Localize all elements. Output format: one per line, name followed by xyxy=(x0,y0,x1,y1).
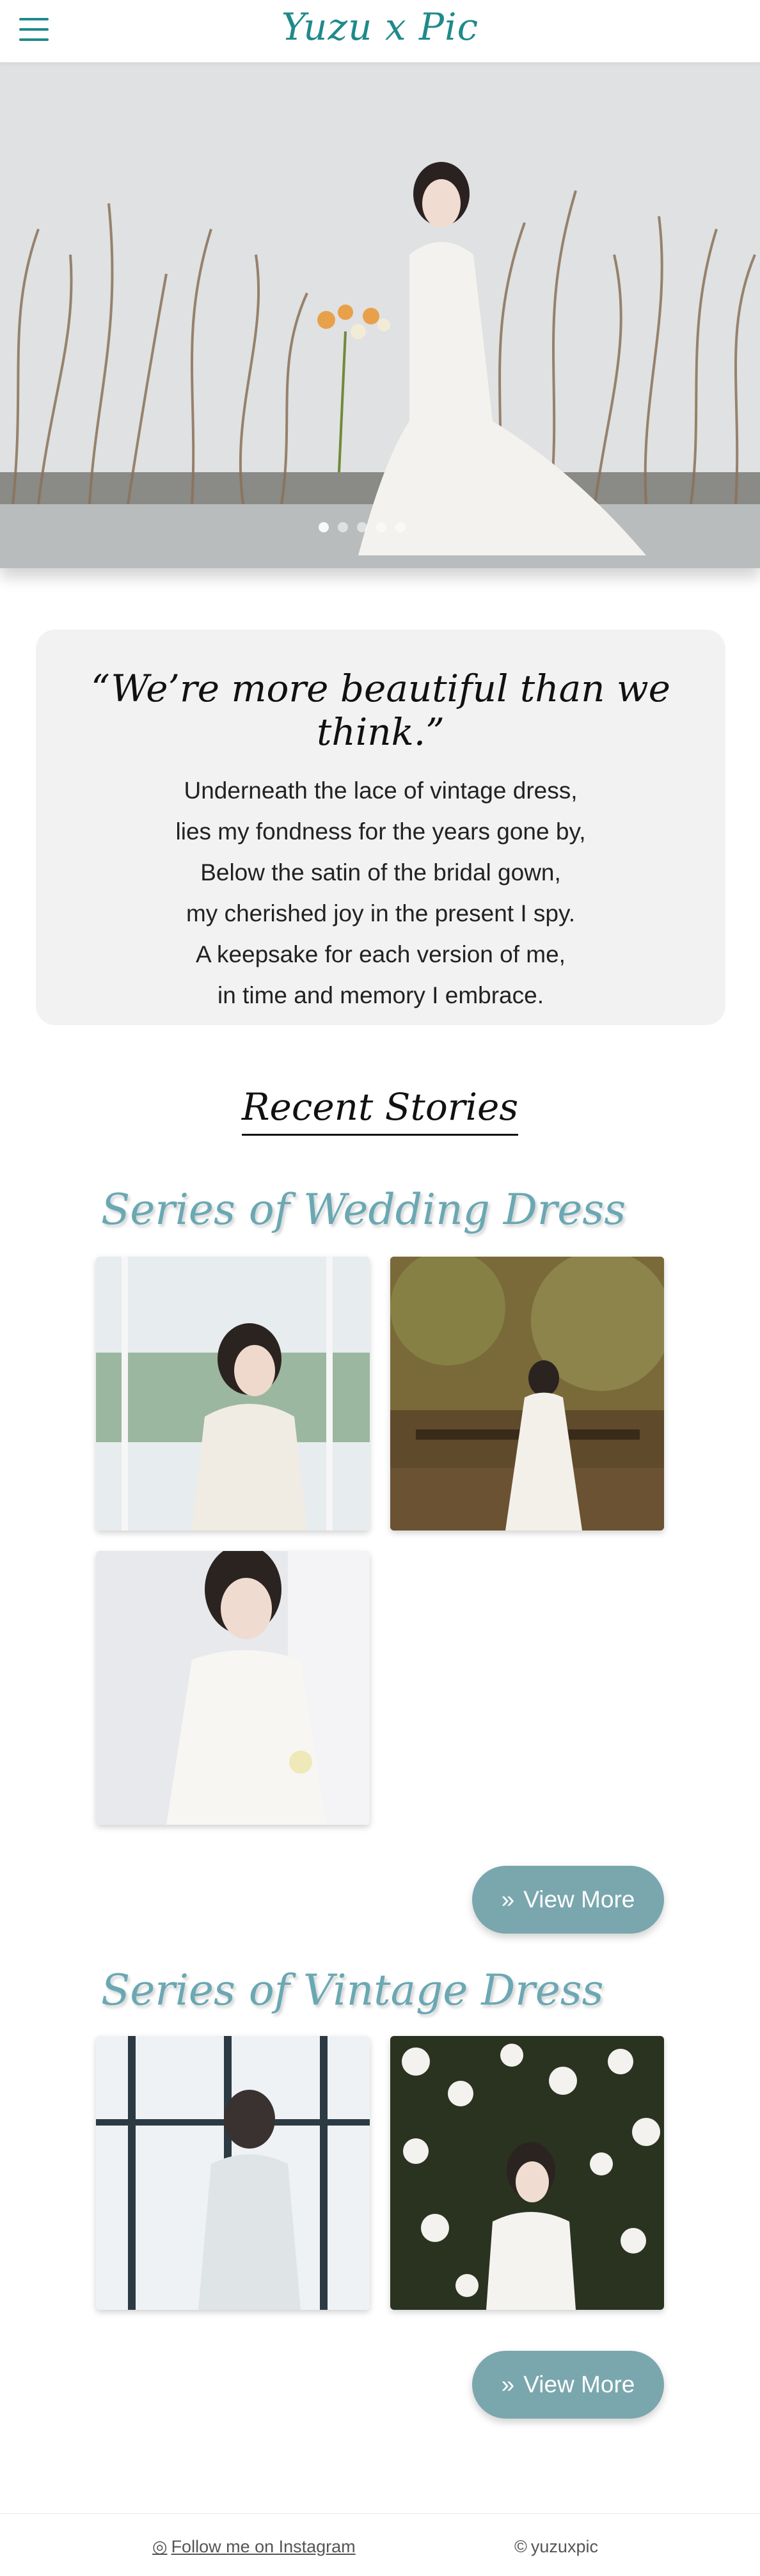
view-more-button[interactable]: » View More xyxy=(472,2351,664,2419)
quote-card: “We’re more beautiful than we think.” Un… xyxy=(36,630,725,1025)
gallery-photo[interactable] xyxy=(390,2036,664,2310)
series-title-wedding: Series of Wedding Dress xyxy=(101,1185,626,1234)
carousel-dot[interactable] xyxy=(338,522,348,532)
carousel-dot[interactable] xyxy=(376,522,386,532)
view-more-button[interactable]: » View More xyxy=(472,1866,664,1934)
site-header: Yuzu x Pic xyxy=(0,0,760,63)
poem-line: in time and memory I embrace. xyxy=(218,982,544,1008)
instagram-link[interactable]: ◎ Follow me on Instagram xyxy=(152,2537,356,2557)
instagram-icon: ◎ xyxy=(152,2537,168,2556)
instagram-label: Follow me on Instagram xyxy=(171,2537,356,2556)
hero-carousel[interactable] xyxy=(0,63,760,568)
site-logo[interactable]: Yuzu x Pic xyxy=(0,5,760,49)
section-title: Recent Stories xyxy=(241,1085,519,1136)
poem-line: Underneath the lace of vintage dress, xyxy=(184,777,578,804)
poem-line: A keepsake for each version of me, xyxy=(196,941,566,967)
carousel-dot[interactable] xyxy=(357,522,367,532)
double-chevron-right-icon: » xyxy=(501,2371,515,2397)
gallery-photo[interactable] xyxy=(390,1257,664,1530)
gallery-photo[interactable] xyxy=(96,1551,370,1825)
poem: Underneath the lace of vintage dress, li… xyxy=(36,770,725,1016)
carousel-indicators xyxy=(319,522,406,532)
view-more-label: View More xyxy=(523,2371,635,2397)
carousel-dot[interactable] xyxy=(319,522,329,532)
carousel-dot[interactable] xyxy=(395,522,406,532)
poem-line: Below the satin of the bridal gown, xyxy=(200,859,561,886)
site-footer: ◎ Follow me on Instagram © yuzuxpic xyxy=(0,2513,760,2576)
quote-title: “We’re more beautiful than we think.” xyxy=(91,667,670,754)
double-chevron-right-icon: » xyxy=(501,1886,515,1912)
gallery-photo[interactable] xyxy=(96,1257,370,1530)
hero-photo xyxy=(0,63,760,568)
recent-stories-heading: Recent Stories xyxy=(0,1085,760,1136)
gallery-photo[interactable] xyxy=(96,2036,370,2310)
poem-line: lies my fondness for the years gone by, xyxy=(175,818,586,845)
copyright: © yuzuxpic xyxy=(514,2537,598,2557)
copyright-icon: © xyxy=(514,2537,527,2556)
poem-line: my cherished joy in the present I spy. xyxy=(186,900,576,926)
series-title-vintage: Series of Vintage Dress xyxy=(101,1966,604,2015)
copyright-label: yuzuxpic xyxy=(530,2537,598,2556)
view-more-label: View More xyxy=(523,1886,635,1912)
